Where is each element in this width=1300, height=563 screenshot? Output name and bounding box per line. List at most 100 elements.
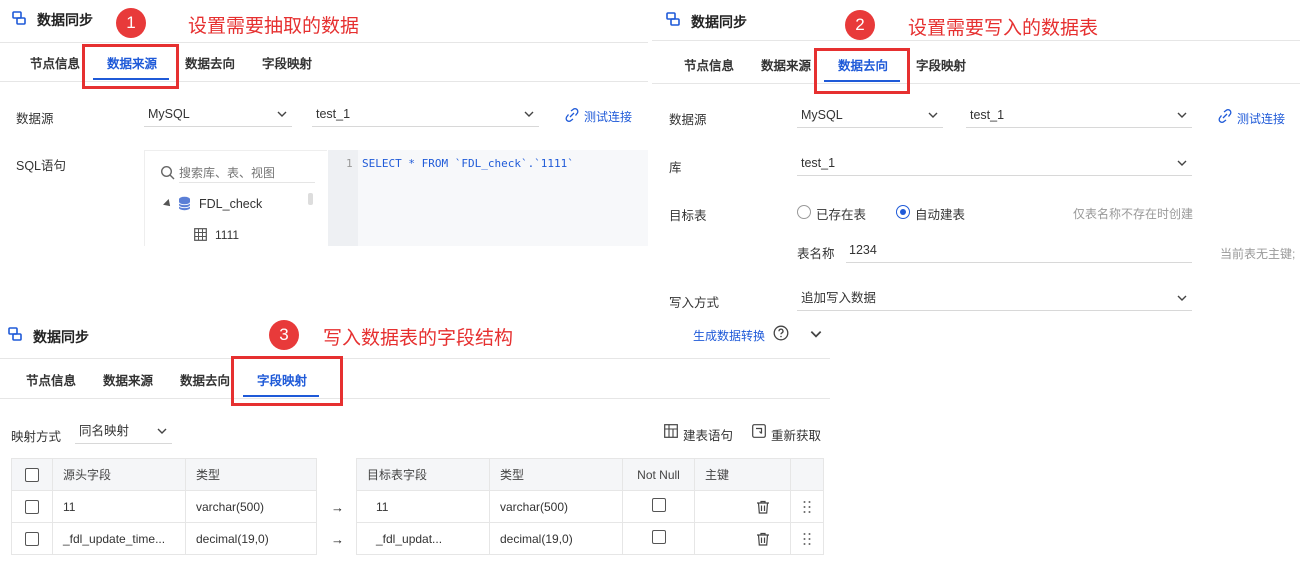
link-icon [565,108,579,122]
datasource-name-value: test_1 [316,107,351,121]
trash-icon[interactable] [756,532,770,546]
page-title: 数据同步 [37,12,93,28]
row-checkbox[interactable] [25,499,39,514]
sql-editor[interactable]: SELECT * FROM `FDL_check`.`1111` [358,150,648,246]
datasource-type-value: MySQL [148,107,190,121]
tab-data-source[interactable]: 数据来源 [761,55,811,74]
datasource-label: 数据源 [669,113,707,127]
panel-data-target: 数据同步 2 设置需要写入的数据表 节点信息 数据来源 数据去向 字段映射 数据… [652,0,1300,318]
data-sync-icon [8,327,22,341]
column-header: 目标表字段 [356,458,490,491]
chevron-down-icon [524,111,534,117]
trash-icon[interactable] [756,500,770,514]
no-primary-key-hint: 当前表无主键; [1220,247,1296,261]
step-annotation: 写入数据表的字段结构 [323,328,514,349]
datasource-label: 数据源 [16,112,54,126]
drag-handle-icon[interactable] [802,532,812,546]
not-null-checkbox[interactable] [651,530,666,544]
table-row: 11 varchar(500) [356,490,824,523]
create-table-statement-button[interactable]: 建表语句 [683,425,733,444]
write-mode-label: 写入方式 [669,296,720,310]
generate-transform-link[interactable]: 生成数据转换 [693,327,765,344]
tree-db-node[interactable]: FDL_check [199,197,262,211]
step-badge: 3 [269,320,299,350]
tab-data-target[interactable]: 数据去向 [180,370,230,389]
tree-table-node[interactable]: 1111 [215,228,239,242]
database-value: test_1 [801,156,836,170]
radio-existing-label: 已存在表 [816,208,867,222]
target-type-cell: decimal(19,0) [489,522,623,555]
target-fields-table: 目标表字段 类型 Not Null 主键 11 varchar(500) _fd… [356,458,824,555]
chevron-down-icon [157,428,167,434]
chevron-down-icon [1177,160,1187,166]
tab-field-mapping[interactable]: 字段映射 [916,55,966,74]
create-hint: 仅表名称不存在时创建 [1073,207,1194,221]
tab-field-mapping[interactable]: 字段映射 [262,53,312,72]
data-sync-icon [666,12,680,26]
sql-code: SELECT * FROM `FDL_check`.`1111` [362,157,574,170]
datasource-type-select[interactable]: MySQL [144,101,292,127]
table-row: _fdl_update_time... decimal(19,0) [11,522,317,555]
write-mode-value: 追加写入数据 [801,291,877,305]
tree-search-input[interactable] [179,163,315,183]
select-all-cell[interactable] [11,458,53,491]
column-header: 类型 [489,458,623,491]
tree-scrollbar[interactable] [308,193,313,205]
step-annotation: 设置需要写入的数据表 [908,18,1099,39]
help-icon[interactable] [773,325,789,341]
column-header: 主键 [694,458,791,491]
step-badge: 1 [116,8,146,38]
page-title: 数据同步 [691,14,747,30]
panel-field-mapping: 数据同步 3 写入数据表的字段结构 生成数据转换 节点信息 数据来源 数据去向 … [0,318,830,563]
table-header-row: 目标表字段 类型 Not Null 主键 [356,458,824,491]
sql-label: SQL语句 [16,159,67,173]
refresh-icon [752,424,766,438]
chevron-down-icon [1177,112,1187,118]
mapping-arrow: → [331,500,344,515]
radio-auto-create[interactable] [896,205,910,219]
source-type-cell: varchar(500) [185,490,317,523]
select-all-checkbox[interactable] [25,467,39,482]
test-connection-link[interactable]: 测试连接 [584,108,632,125]
tree-expand-icon[interactable] [163,199,173,209]
column-header: 类型 [185,458,317,491]
source-field-cell: _fdl_update_time... [52,522,186,555]
chevron-down-icon [928,112,938,118]
database-select[interactable]: test_1 [797,150,1192,176]
page-title: 数据同步 [33,329,89,345]
not-null-checkbox[interactable] [651,498,666,512]
radio-existing-table[interactable] [797,205,811,219]
datasource-name-select[interactable]: test_1 [966,102,1192,128]
search-icon [160,165,175,180]
tab-node-info[interactable]: 节点信息 [26,370,76,389]
test-connection-link[interactable]: 测试连接 [1237,110,1285,127]
table-header-row: 源头字段 类型 [11,458,317,491]
column-header: 源头字段 [52,458,186,491]
target-field-cell: _fdl_updat... [356,522,490,555]
drag-handle-icon[interactable] [802,500,812,514]
row-checkbox[interactable] [25,531,39,546]
highlight-box [82,44,179,89]
drag-column-header [790,458,824,491]
tab-node-info[interactable]: 节点信息 [30,53,80,72]
tab-data-source[interactable]: 数据来源 [103,370,153,389]
code-gutter: 1 [328,150,358,246]
tab-node-info[interactable]: 节点信息 [684,55,734,74]
source-fields-table: 源头字段 类型 11 varchar(500) _fdl_update_time… [11,458,317,555]
datasource-type-select[interactable]: MySQL [797,102,943,128]
mapping-mode-select[interactable]: 同名映射 [75,418,172,444]
grid-icon [664,424,678,438]
highlight-box [814,48,910,94]
table-name-label: 表名称 [797,247,835,261]
table-name-input[interactable] [846,237,1192,263]
target-type-cell: varchar(500) [489,490,623,523]
step-annotation: 设置需要抽取的数据 [188,16,360,37]
chevron-down-icon[interactable] [809,327,823,341]
chevron-down-icon [1177,295,1187,301]
write-mode-select[interactable]: 追加写入数据 [797,285,1192,311]
tab-data-target[interactable]: 数据去向 [185,53,235,72]
refetch-button[interactable]: 重新获取 [771,425,821,444]
mapping-mode-value: 同名映射 [79,424,130,438]
chevron-down-icon [277,111,287,117]
datasource-name-select[interactable]: test_1 [312,101,539,127]
